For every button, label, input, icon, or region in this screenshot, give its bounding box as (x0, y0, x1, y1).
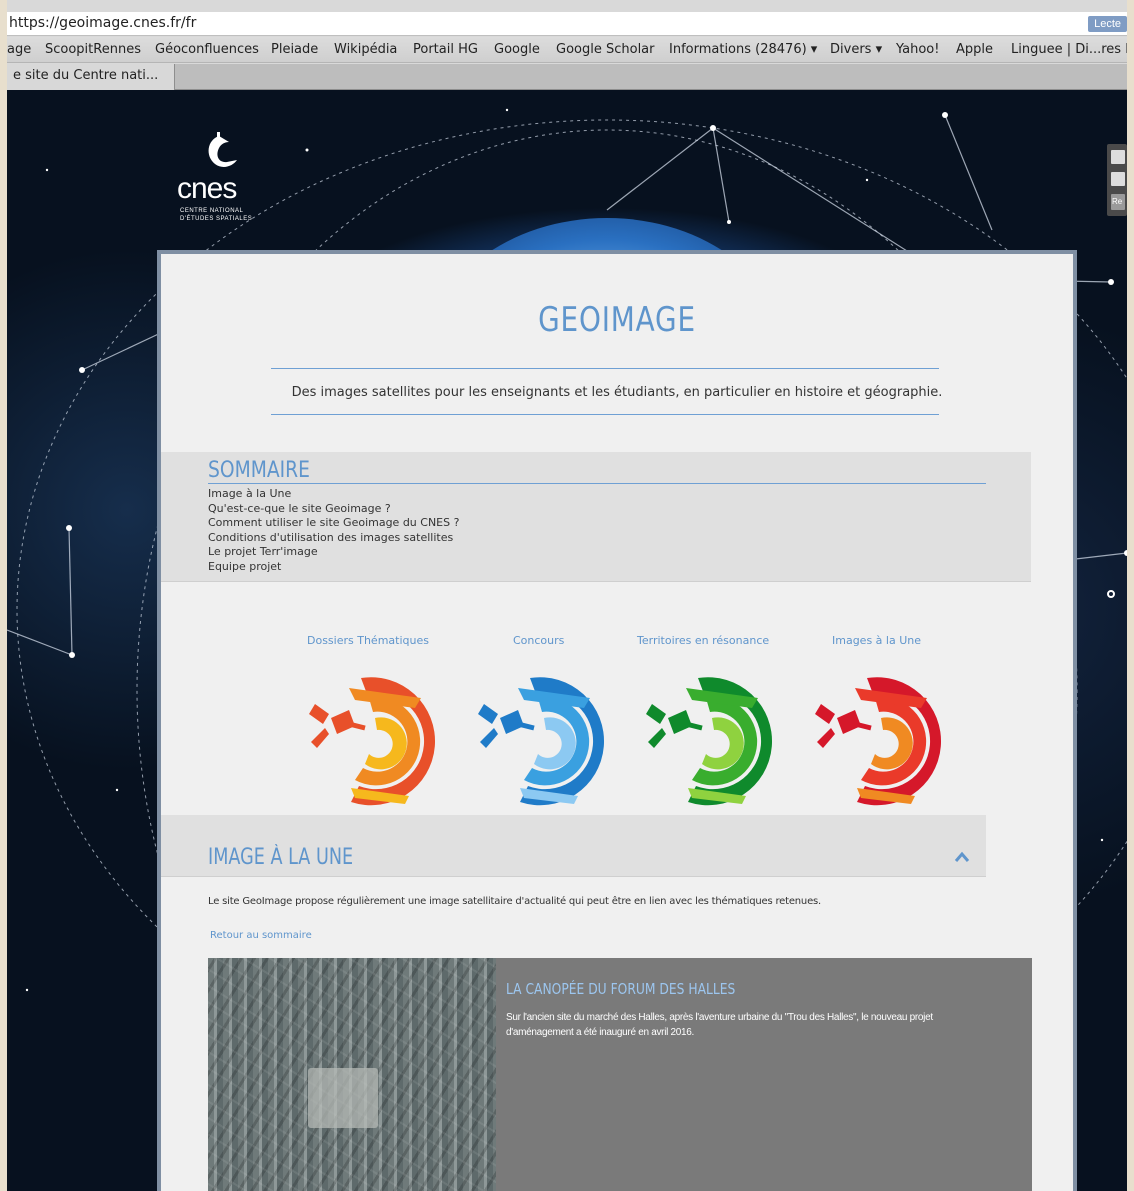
summary-link[interactable]: Conditions d'utilisation des images sate… (208, 531, 459, 546)
globe-icon-territoires[interactable] (626, 668, 786, 806)
reader-button[interactable]: Lecte (1088, 16, 1127, 32)
cnes-wordmark: cnes (177, 172, 237, 205)
satellite-image[interactable] (208, 958, 496, 1191)
section-label-territoires[interactable]: Territoires en résonance (637, 634, 769, 647)
bookmark-item[interactable]: Linguee | Di...res la (1011, 42, 1127, 57)
bookmark-item[interactable]: Géoconfluences (155, 42, 259, 57)
cnes-subtitle: CENTRE NATIONAL (180, 208, 244, 214)
page-title: GEOIMAGE (538, 300, 696, 340)
bookmark-item[interactable]: Apple (956, 42, 993, 57)
summary-heading: SOMMAIRE (208, 458, 310, 483)
url-text[interactable]: https://geoimage.cnes.fr/fr (9, 15, 196, 31)
feature-title[interactable]: LA CANOPÉE DU FORUM DES HALLES (506, 980, 735, 998)
summary-link[interactable]: Image à la Une (208, 487, 459, 502)
tab-cnes[interactable]: e site du Centre nati... (7, 64, 175, 90)
bookmark-item[interactable]: Google (494, 42, 540, 57)
globe-icon-images[interactable] (795, 668, 955, 806)
feature-text: Sur l'ancien site du marché des Halles, … (506, 1012, 933, 1038)
feature-block: LA CANOPÉE DU FORUM DES HALLES Sur l'anc… (208, 958, 1032, 1191)
une-heading: IMAGE À LA UNE (208, 845, 354, 870)
mail-icon[interactable] (1111, 172, 1125, 186)
bookmark-item[interactable]: age (7, 42, 31, 57)
divider (208, 483, 986, 484)
une-header: IMAGE À LA UNE (161, 815, 986, 877)
tab-strip: e site du Centre nati... (7, 64, 1127, 90)
section-label-concours[interactable]: Concours (513, 634, 564, 647)
side-toolbar: Re (1107, 144, 1127, 216)
globe-icon-concours[interactable] (458, 668, 618, 806)
chevron-up-icon[interactable] (954, 851, 970, 863)
cnes-subtitle: D'ÉTUDES SPATIALES (180, 216, 253, 222)
bookmark-folder[interactable]: Divers ▾ (830, 42, 882, 57)
bookmarks-bar: age ScoopitRennes Géoconfluences Pleiade… (7, 37, 1127, 63)
page-tagline: Des images satellites pour les enseignan… (291, 385, 943, 400)
scroll-dot[interactable] (1107, 590, 1115, 598)
bookmark-item[interactable]: Portail HG (413, 42, 478, 57)
globe-icon-dossiers[interactable] (289, 668, 449, 806)
bookmark-item[interactable]: Google Scholar (556, 42, 655, 57)
une-description: Le site GeoImage propose régulièrement u… (208, 896, 822, 907)
summary-link[interactable]: Equipe projet (208, 560, 459, 575)
save-icon[interactable] (1111, 150, 1125, 164)
bookmark-folder[interactable]: Informations (28476) ▾ (669, 42, 817, 57)
side-button[interactable]: Re (1111, 194, 1125, 210)
summary-list: Image à la Une Qu'est-ce-que le site Geo… (208, 487, 459, 574)
bookmark-item[interactable]: Pleiade (271, 42, 318, 57)
divider (271, 368, 939, 369)
summary-link[interactable]: Comment utiliser le site Geoimage du CNE… (208, 516, 459, 531)
main-card: GEOIMAGE Des images satellites pour les … (157, 250, 1077, 1191)
section-label-images[interactable]: Images à la Une (832, 634, 921, 647)
space-background: cnes CENTRE NATIONAL D'ÉTUDES SPATIALES … (7, 90, 1127, 1191)
address-bar[interactable]: https://geoimage.cnes.fr/fr Lecte (7, 12, 1127, 36)
cnes-logo[interactable]: cnes CENTRE NATIONAL D'ÉTUDES SPATIALES (177, 132, 267, 232)
browser-window: https://geoimage.cnes.fr/fr Lecte age Sc… (7, 0, 1127, 1191)
divider (271, 414, 939, 415)
summary-panel: SOMMAIRE Image à la Une Qu'est-ce-que le… (161, 452, 1031, 582)
section-label-dossiers[interactable]: Dossiers Thématiques (307, 634, 429, 647)
back-to-summary-link[interactable]: Retour au sommaire (210, 930, 312, 941)
bookmark-item[interactable]: Wikipédia (334, 42, 397, 57)
cnes-logo-mark (208, 132, 237, 167)
summary-link[interactable]: Le projet Terr'image (208, 545, 459, 560)
bookmark-item[interactable]: Yahoo! (896, 42, 939, 57)
bookmark-item[interactable]: ScoopitRennes (45, 42, 141, 57)
summary-link[interactable]: Qu'est-ce-que le site Geoimage ? (208, 502, 459, 517)
